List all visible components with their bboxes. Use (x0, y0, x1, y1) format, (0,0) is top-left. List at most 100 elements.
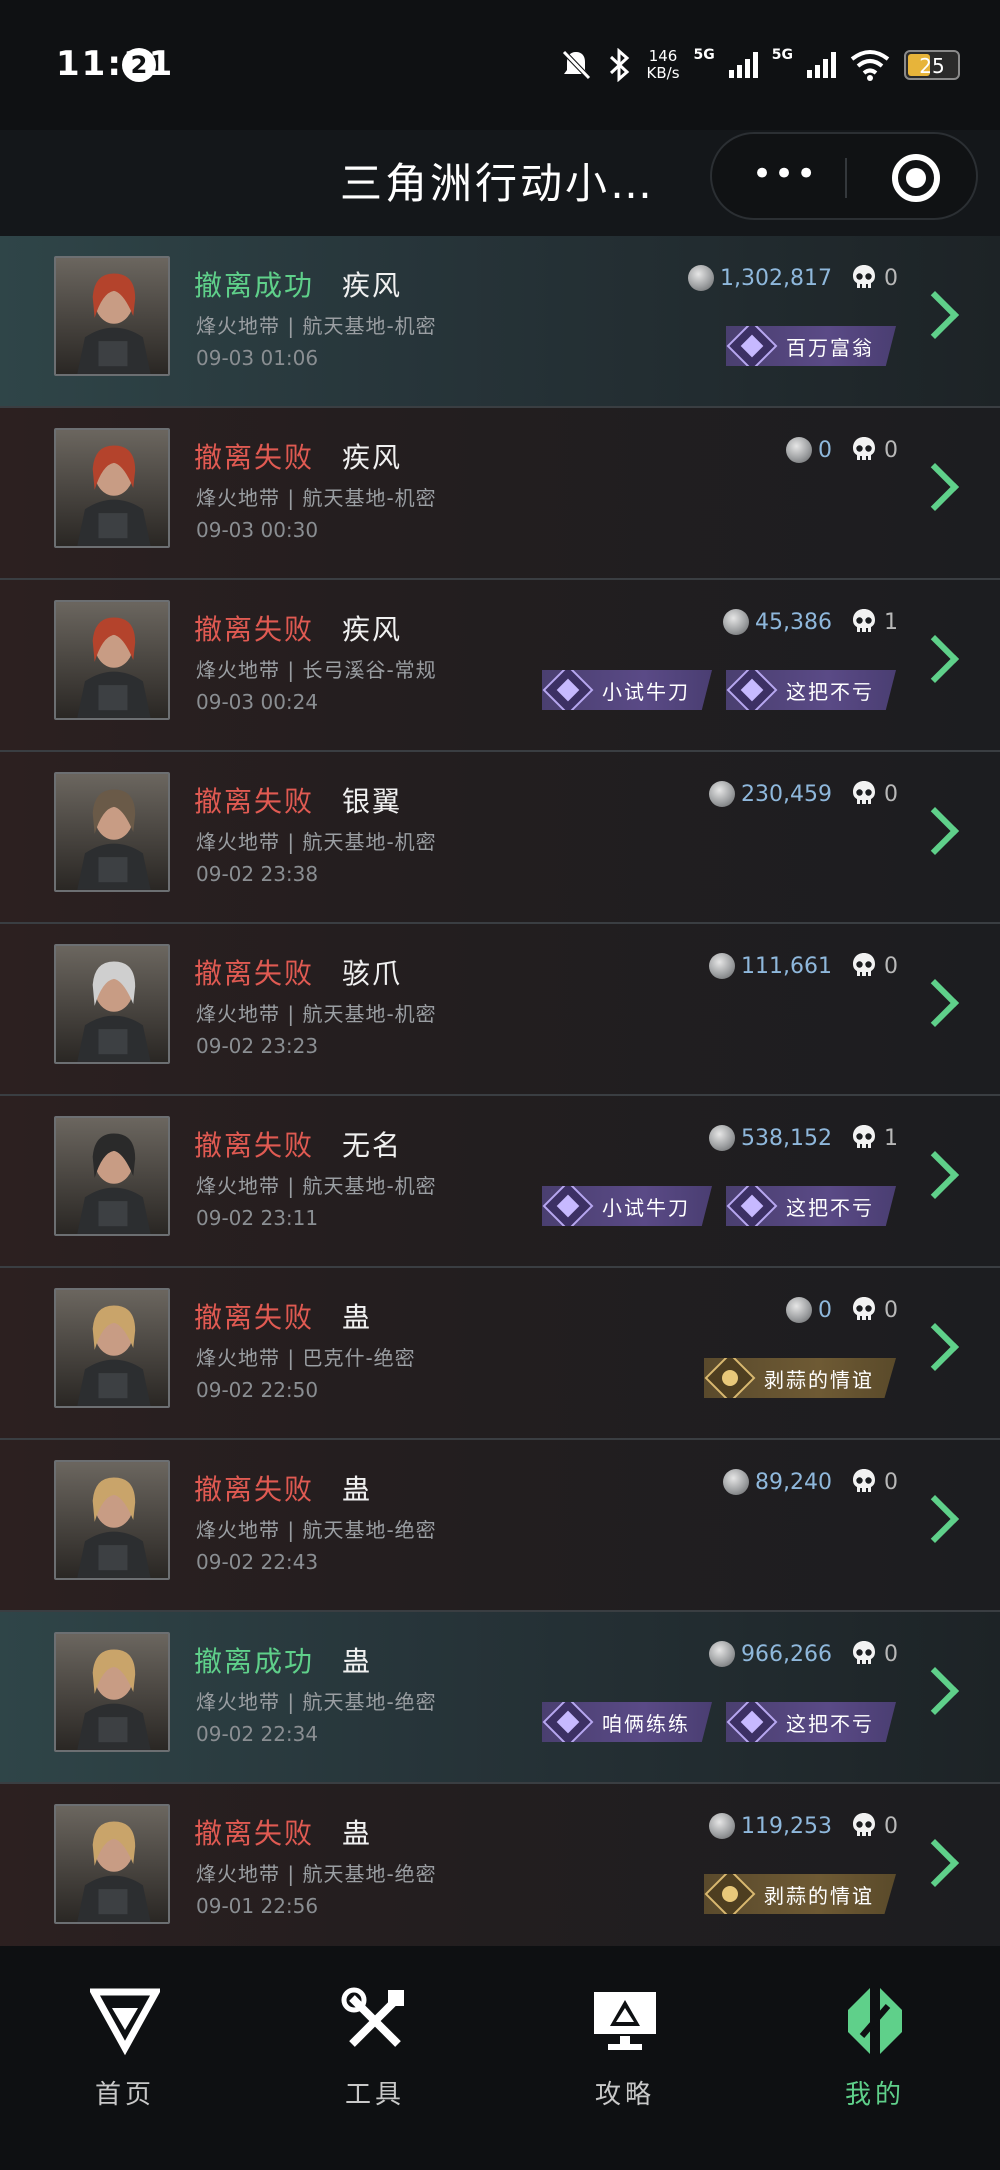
match-record-row[interactable]: 撤离失败 银翼 烽火地带 | 航天基地-机密 09-02 23:38 230,459 0 (0, 752, 1000, 924)
chevron-right-icon[interactable] (910, 978, 960, 1028)
mode-map-label: 烽火地带 | 航天基地-绝密 (196, 1862, 437, 1886)
profile-logo-icon (840, 1986, 910, 2056)
match-record-row[interactable]: 撤离失败 无名 烽火地带 | 航天基地-机密 09-02 23:11 538,152 1 小… (0, 1096, 1000, 1268)
match-stats: 45,386 1 (723, 606, 898, 638)
operator-name: 蛊 (342, 1473, 373, 1506)
nav-item-0[interactable]: 首页 (0, 1946, 250, 2170)
match-time: 09-03 00:24 (196, 690, 319, 714)
operator-name: 疾风 (342, 613, 403, 646)
chevron-right-icon[interactable] (910, 290, 960, 340)
match-record-row[interactable]: 撤离成功 疾风 烽火地带 | 航天基地-机密 09-03 01:06 1,302,817… (0, 236, 1000, 408)
achievement-emblem-icon (542, 670, 594, 710)
sim2-5g-label: 5G (771, 47, 793, 63)
match-time: 09-02 23:23 (196, 1034, 319, 1058)
match-time: 09-01 22:56 (196, 1894, 319, 1918)
coin-icon (709, 953, 736, 979)
kill-count: 0 (884, 1297, 898, 1323)
net-speed-value: 146 (648, 47, 678, 65)
extracted-value: 966,266 (741, 1641, 832, 1667)
nav-item-3[interactable]: 我的 (750, 1946, 1000, 2170)
match-record-row[interactable]: 撤离失败蛊烽火地带 | 航天基地-绝密 09-01 22:56 119,253 0 剥蒜… (0, 1784, 1000, 1956)
kill-count: 0 (884, 265, 898, 291)
capsule-divider (845, 158, 847, 198)
skull-kills-icon (853, 609, 875, 632)
mute-bell-icon (561, 50, 591, 80)
badge-label: 这把不亏 (786, 679, 874, 704)
badge-label: 小试牛刀 (602, 679, 690, 704)
badge-label: 这把不亏 (786, 1195, 874, 1220)
extracted-value: 119,253 (741, 1813, 832, 1839)
extraction-status: 撤离失败 (194, 1817, 315, 1850)
achievement-emblem-icon (542, 1186, 594, 1226)
operator-portrait-icon (56, 1118, 168, 1234)
match-record-row[interactable]: 撤离失败蛊烽火地带 | 航天基地-绝密 09-02 22:43 89,240 0 (0, 1440, 1000, 1612)
page-title: 三角洲行动小… (340, 159, 656, 208)
chevron-right-icon[interactable] (910, 1150, 960, 1200)
extraction-status: 撤离失败 (194, 613, 315, 646)
mode-map-label: 烽火地带 | 航天基地-机密 (196, 830, 437, 854)
achievement-badge: 咱俩练练 (542, 1702, 712, 1742)
achievement-emblem-icon (726, 1186, 778, 1226)
mode-map-label: 烽火地带 | 航天基地-绝密 (196, 1518, 437, 1542)
operator-name: 银翼 (342, 785, 403, 818)
close-mini-program-icon[interactable] (892, 154, 940, 202)
match-record-row[interactable]: 撤离失败 骇爪 烽火地带 | 航天基地-机密 09-02 23:23 111,661 0 (0, 924, 1000, 1096)
sim1-5g-label: 5G (693, 47, 715, 63)
operator-portrait-icon (56, 430, 168, 546)
status-time: 11:11 (56, 44, 175, 84)
achievement-badge: 这把不亏 (726, 670, 896, 710)
badge-group: 小试牛刀 这把不亏 (542, 1186, 896, 1226)
operator-name: 疾风 (342, 441, 403, 474)
nav-item-1[interactable]: 工具 (250, 1946, 500, 2170)
coin-icon (709, 781, 736, 807)
skull-kills-icon (853, 1297, 875, 1320)
match-stats: 966,266 0 (709, 1638, 898, 1670)
mini-program-capsule: ••• (710, 132, 978, 220)
chevron-right-icon[interactable] (910, 1322, 960, 1372)
nav-item-2[interactable]: 攻略 (500, 1946, 750, 2170)
chevron-right-icon[interactable] (910, 1666, 960, 1716)
kill-count: 1 (884, 1125, 898, 1151)
extracted-value: 89,240 (755, 1469, 832, 1495)
match-stats: 1,302,817 0 (688, 262, 898, 294)
skull-kills-icon (853, 437, 875, 460)
chevron-right-icon[interactable] (910, 1494, 960, 1544)
chevron-right-icon[interactable] (910, 806, 960, 856)
achievement-badge: 剥蒜的情谊 (704, 1358, 896, 1398)
operator-avatar (54, 1460, 170, 1580)
coin-icon (723, 609, 750, 635)
match-time: 09-02 23:11 (196, 1206, 319, 1230)
match-stats: 111,661 0 (709, 950, 898, 982)
match-record-list: 撤离成功 疾风 烽火地带 | 航天基地-机密 09-03 01:06 1,302,817… (0, 236, 1000, 1956)
match-time: 09-02 23:38 (196, 862, 319, 886)
achievement-emblem-icon (704, 1358, 756, 1398)
match-record-row[interactable]: 撤离失败 疾风 烽火地带 | 长弓溪谷-常规 09-03 00:24 45,386 1 小试… (0, 580, 1000, 752)
nav-label: 首页 (94, 2080, 155, 2110)
skull-kills-icon (853, 1641, 875, 1664)
match-record-row[interactable]: 撤离成功蛊烽火地带 | 航天基地-绝密 09-02 22:34 966,266 0 咱俩… (0, 1612, 1000, 1784)
match-stats: 538,152 1 (709, 1122, 898, 1154)
chevron-right-icon[interactable] (910, 1838, 960, 1888)
match-time: 09-02 22:43 (196, 1550, 319, 1574)
match-record-row[interactable]: 撤离失败 疾风 烽火地带 | 航天基地-机密 09-03 00:30 0 0 (0, 408, 1000, 580)
notification-count-badge: 2 (122, 48, 156, 82)
achievement-badge: 百万富翁 (726, 326, 896, 366)
coin-icon (709, 1125, 736, 1151)
status-icons: 146 KB/s 5G 5G 25 (559, 40, 960, 90)
operator-portrait-icon (56, 1806, 168, 1922)
match-record-row[interactable]: 撤离失败蛊烽火地带 | 巴克什-绝密 09-02 22:50 0 0 剥蒜的情谊 (0, 1268, 1000, 1440)
more-menu-icon[interactable]: ••• (752, 157, 818, 191)
badge-group: 剥蒜的情谊 (704, 1358, 896, 1398)
achievement-badge: 小试牛刀 (542, 670, 712, 710)
badge-group: 百万富翁 (726, 326, 896, 366)
chevron-right-icon[interactable] (910, 462, 960, 512)
operator-portrait-icon (56, 1634, 168, 1750)
badge-label: 小试牛刀 (602, 1195, 690, 1220)
mode-map-label: 烽火地带 | 航天基地-机密 (196, 486, 437, 510)
achievement-emblem-icon (726, 670, 778, 710)
extraction-status: 撤离失败 (194, 1129, 315, 1162)
badge-group: 咱俩练练 这把不亏 (542, 1702, 896, 1742)
operator-name: 骇爪 (342, 957, 403, 990)
badge-group: 剥蒜的情谊 (704, 1874, 896, 1914)
chevron-right-icon[interactable] (910, 634, 960, 684)
